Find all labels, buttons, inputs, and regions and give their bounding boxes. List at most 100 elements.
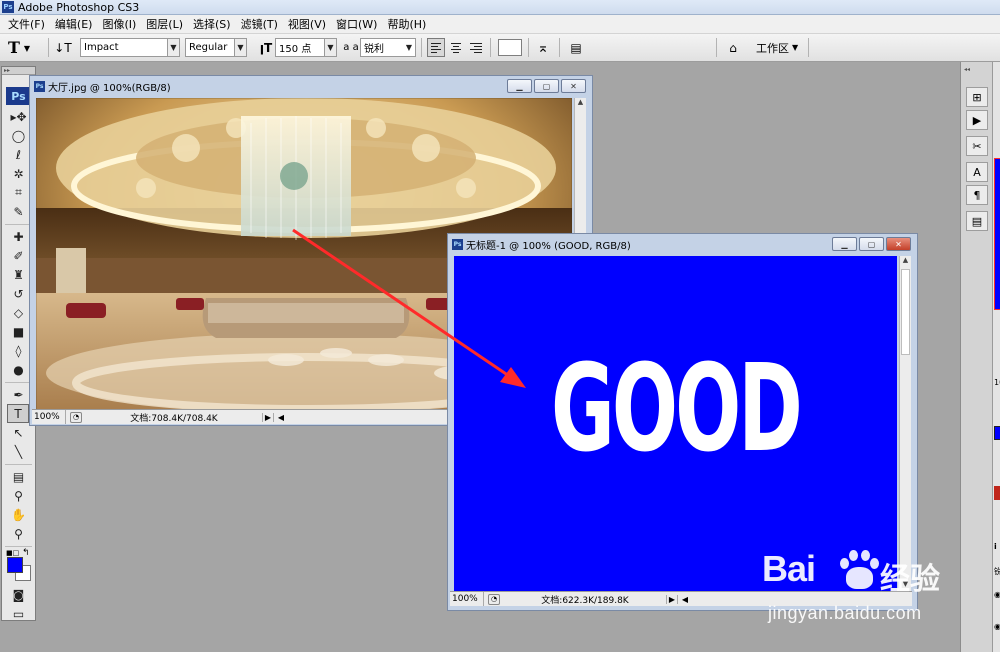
bridge-icon[interactable]: ⌂ (723, 38, 743, 57)
quick-mask-icon[interactable]: ◙ (2, 585, 35, 604)
paragraph-panel-icon[interactable]: ¶ (966, 185, 988, 205)
chevron-down-icon: ▼ (234, 39, 246, 56)
menu-view[interactable]: 视图(V) (283, 16, 331, 32)
toolbox-collapse-grip[interactable]: ▸▸ (2, 67, 35, 75)
scroll-up-icon[interactable]: ▲ (575, 98, 586, 110)
status-menu-arrow-icon[interactable]: ▶ (666, 594, 678, 604)
toolbox-separator (5, 379, 32, 383)
close-button[interactable]: ✕ (886, 237, 911, 251)
navigator-preview-thumbnail (994, 158, 1000, 310)
dock-collapse-grip[interactable]: ◂◂ (961, 66, 987, 74)
minimize-button[interactable]: ▁ (507, 79, 532, 93)
antialias-select[interactable]: 锐利 ▼ (360, 38, 416, 57)
options-separator (490, 38, 491, 57)
zoom-level[interactable]: 100% (450, 592, 484, 606)
text-color-swatch[interactable] (498, 39, 522, 56)
hand-tool-icon[interactable]: ✋ (2, 505, 35, 524)
panel-edge-label: i (994, 542, 997, 551)
menu-select[interactable]: 选择(S) (188, 16, 236, 32)
app-title: Adobe Photoshop CS3 (18, 0, 140, 14)
layer-comps-panel-icon[interactable]: ▤ (966, 211, 988, 231)
chevron-down-icon: ▼ (23, 42, 31, 53)
status-menu-arrow-icon[interactable]: ▶ (262, 412, 274, 422)
default-colors-icon[interactable]: ■□ (6, 549, 19, 557)
menu-bar: 文件(F) 编辑(E) 图像(I) 图层(L) 选择(S) 滤镜(T) 视图(V… (0, 15, 1000, 34)
notes-tool-icon[interactable]: ▤ (2, 467, 35, 486)
chevron-down-icon: ▼ (792, 43, 799, 52)
line-tool-icon[interactable]: ╲ (2, 442, 35, 461)
minimize-button[interactable]: ▁ (832, 237, 857, 251)
options-separator (528, 38, 529, 57)
font-size-value: 150 点 (279, 44, 312, 55)
scroll-left-icon[interactable]: ◀ (678, 595, 692, 604)
menu-edit[interactable]: 编辑(E) (50, 16, 98, 32)
document-window-untitled: Ps 无标题-1 @ 100% (GOOD, RGB/8) ▁ ▢ ✕ GOOD… (447, 233, 918, 611)
options-separator (716, 38, 717, 57)
swap-colors-icon[interactable]: ↰ (22, 548, 30, 558)
scroll-left-icon[interactable]: ◀ (274, 413, 288, 422)
toolbox-separator (5, 543, 32, 547)
align-right-button[interactable] (467, 38, 485, 57)
document-title: 大厅.jpg @ 100%(RGB/8) (48, 82, 171, 94)
menu-image[interactable]: 图像(I) (97, 16, 141, 32)
visibility-eye-icon[interactable]: ◉ (994, 622, 1000, 631)
zoom-level[interactable]: 100% (32, 410, 66, 424)
maximize-button[interactable]: ▢ (859, 237, 884, 251)
vertical-scrollbar[interactable]: ▲ ▼ (899, 256, 911, 592)
palettes-toggle-icon[interactable]: ▤ (566, 38, 586, 57)
blue-canvas[interactable]: GOOD (454, 256, 897, 592)
window-controls: ▁ ▢ ✕ (832, 237, 911, 251)
chevron-down-icon: ▼ (405, 43, 413, 52)
status-info-icon[interactable]: ◔ (70, 411, 82, 423)
status-info-icon[interactable]: ◔ (488, 593, 500, 605)
document-icon: Ps (452, 238, 463, 250)
text-orientation-toggle-icon[interactable]: ↓T (53, 38, 73, 57)
font-family-value: Impact (84, 42, 119, 53)
tool-presets-panel-icon[interactable]: ✂ (966, 136, 988, 156)
zoom-tool-icon[interactable]: ⚲ (2, 524, 35, 543)
screen-mode-icon[interactable]: ▭ (2, 604, 35, 623)
expanded-panel-edge (992, 62, 1000, 652)
align-center-button[interactable] (447, 38, 465, 57)
workspace-menu-button[interactable]: 工作区 ▼ (756, 38, 798, 57)
tool-preset-picker[interactable]: T ▼ (8, 38, 44, 57)
actions-panel-icon[interactable]: ▶ (966, 110, 988, 130)
panel-edge-label: 锐 (994, 567, 1000, 576)
menu-help[interactable]: 帮助(H) (382, 16, 431, 32)
type-tool-icon[interactable]: T (7, 404, 29, 423)
type-tool-preset-icon: T (8, 38, 20, 57)
photoshop-logo: Ps (6, 87, 31, 105)
menu-layer[interactable]: 图层(L) (141, 16, 188, 32)
color-panel-swatch[interactable] (994, 426, 1000, 440)
toolbox-separator (5, 461, 32, 465)
workspace-label: 工作区 (756, 41, 789, 55)
menu-window[interactable]: 窗口(W) (331, 16, 382, 32)
font-size-select[interactable]: 150 点 ▼ (275, 38, 337, 57)
options-separator (808, 38, 809, 57)
options-separator (421, 38, 422, 57)
tool-options-bar: T ▼ ↓T Impact ▼ Regular ▼ ꞁT 150 点 ▼ a a 锐利 ▼… (0, 34, 1000, 62)
scrollbar-thumb[interactable] (901, 269, 910, 355)
photoshop-app-icon: Ps (2, 1, 14, 13)
swatch-red[interactable] (994, 486, 1000, 500)
window-controls: ▁ ▢ ✕ (507, 79, 586, 93)
character-panel-icon[interactable]: A (966, 162, 988, 182)
font-family-select[interactable]: Impact ▼ (80, 38, 180, 57)
menu-filter[interactable]: 滤镜(T) (236, 16, 283, 32)
close-button[interactable]: ✕ (561, 79, 586, 93)
maximize-button[interactable]: ▢ (534, 79, 559, 93)
scroll-up-icon[interactable]: ▲ (900, 256, 911, 268)
antialias-value: 锐利 (364, 44, 384, 55)
menu-file[interactable]: 文件(F) (3, 16, 50, 32)
good-text-layer: GOOD (551, 340, 803, 479)
font-style-select[interactable]: Regular ▼ (185, 38, 247, 57)
align-left-button[interactable] (427, 38, 445, 57)
foreground-color-swatch[interactable] (7, 557, 23, 573)
document-size-info: 文档:622.3K/189.8K (541, 595, 629, 606)
visibility-eye-icon[interactable]: ◉ (994, 590, 1000, 599)
navigator-panel-icon[interactable]: ⊞ (966, 87, 988, 107)
eyedropper-tool-icon[interactable]: ⚲ (2, 486, 35, 505)
warp-text-icon[interactable]: ⌅ (533, 38, 553, 57)
document-icon: Ps (34, 80, 45, 92)
options-separator (559, 38, 560, 57)
